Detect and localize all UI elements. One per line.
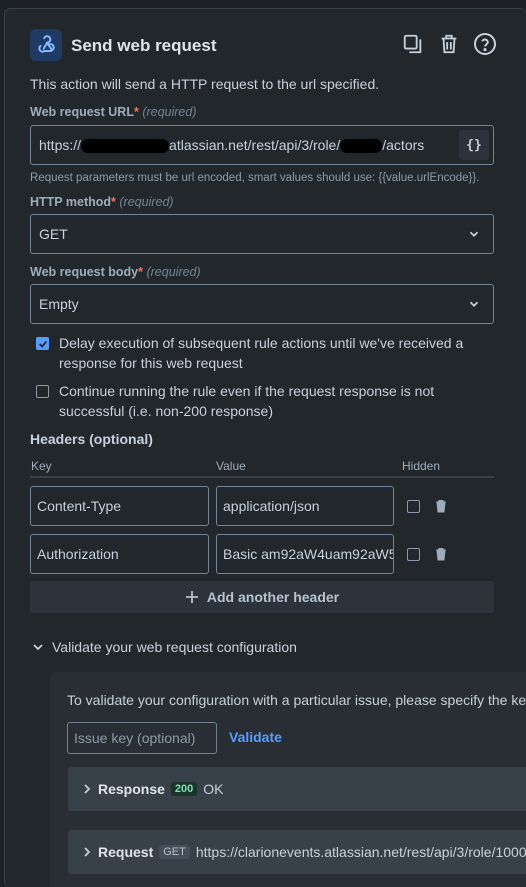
url-middle: atlassian.net/rest/api/3/role/ [169, 136, 341, 153]
url-suffix: /actors [382, 136, 425, 153]
response-label: Response [98, 781, 165, 797]
delay-checkbox[interactable] [36, 337, 49, 350]
chevron-right-icon [84, 784, 91, 794]
col-value: Value [216, 459, 246, 473]
col-hidden: Hidden [402, 459, 441, 473]
request-accordion[interactable]: Request GET https://clarionevents.atlass… [68, 830, 526, 874]
action-header: Send web request [30, 29, 526, 65]
issue-key-input[interactable]: Issue key (optional) [67, 722, 217, 754]
url-value: https:// atlassian.net/rest/api/3/role/ /a… [39, 136, 457, 154]
delete-icon[interactable] [436, 31, 462, 57]
delay-option: Delay execution of subsequent rule actio… [36, 333, 486, 373]
body-label-text: Web request body [30, 265, 139, 279]
method-select[interactable]: GET [30, 214, 494, 254]
url-prefix: https:// [39, 136, 82, 153]
chevron-right-icon [84, 847, 91, 857]
validate-title: Validate your web request configuration [52, 639, 297, 655]
required-mark: * [138, 265, 143, 279]
validate-toggle[interactable]: Validate your web request configuration [32, 639, 297, 655]
smart-value-button[interactable]: {} [459, 130, 489, 160]
body-value: Empty [39, 296, 79, 312]
url-label-text: Web request URL [30, 105, 134, 119]
required-mark: * [111, 195, 116, 209]
method-badge: GET [159, 845, 190, 859]
header-key-input[interactable]: Authorization [30, 534, 209, 574]
trash-icon[interactable] [435, 499, 447, 513]
request-url: https://clarionevents.atlassian.net/rest… [195, 844, 526, 860]
redaction [340, 139, 383, 154]
validate-button[interactable]: Validate [229, 729, 282, 745]
validate-instructions: To validate your configuration with a pa… [67, 692, 526, 708]
url-input[interactable]: https:// atlassian.net/rest/api/3/role/ /a… [30, 125, 494, 165]
trash-icon[interactable] [435, 547, 447, 561]
delay-option-label: Delay execution of subsequent rule actio… [59, 335, 464, 371]
required-text: (required) [142, 105, 197, 119]
hidden-checkbox[interactable] [407, 548, 420, 561]
copy-icon[interactable] [400, 31, 426, 57]
headers-title: Headers (optional) [30, 431, 153, 447]
required-text: (required) [146, 265, 201, 279]
header-key-input[interactable]: Content-Type [30, 486, 209, 526]
body-select[interactable]: Empty [30, 284, 494, 324]
col-key: Key [31, 459, 52, 473]
chevron-down-icon [469, 231, 479, 237]
plus-icon [185, 591, 198, 603]
url-label: Web request URL* (required) [30, 105, 197, 119]
response-accordion[interactable]: Response 200 OK [68, 767, 526, 811]
continue-checkbox[interactable] [36, 385, 49, 398]
add-header-label: Add another header [206, 589, 340, 605]
chevron-down-icon [469, 301, 479, 307]
continue-option-label: Continue running the rule even if the re… [59, 383, 435, 419]
hidden-checkbox[interactable] [407, 500, 420, 513]
help-icon[interactable] [472, 31, 498, 57]
method-label: HTTP method* (required) [30, 195, 174, 209]
header-actions [400, 31, 498, 57]
header-value-input[interactable]: Basic am92aW4uam92aW5 [216, 534, 394, 574]
redaction [81, 139, 170, 154]
request-label: Request [98, 844, 154, 860]
validate-panel: To validate your configuration with a pa… [50, 672, 526, 887]
action-title: Send web request [71, 36, 217, 55]
add-header-button[interactable]: Add another header [30, 581, 494, 613]
body-label: Web request body* (required) [30, 265, 201, 279]
response-status: OK [203, 781, 224, 797]
chevron-down-icon [33, 644, 43, 651]
required-text: (required) [119, 195, 174, 209]
webhook-icon [30, 29, 62, 61]
divider [30, 476, 494, 478]
method-value: GET [39, 226, 68, 242]
method-label-text: HTTP method [30, 195, 112, 209]
header-value-input[interactable]: application/json [216, 486, 394, 526]
rule-action-panel: Send web request This action will send a… [4, 8, 526, 887]
required-mark: * [133, 105, 139, 119]
url-helper-text: Request parameters must be url encoded, … [30, 172, 480, 184]
continue-option: Continue running the rule even if the re… [36, 381, 486, 421]
action-description: This action will send a HTTP request to … [30, 76, 380, 92]
status-badge: 200 [170, 782, 198, 796]
